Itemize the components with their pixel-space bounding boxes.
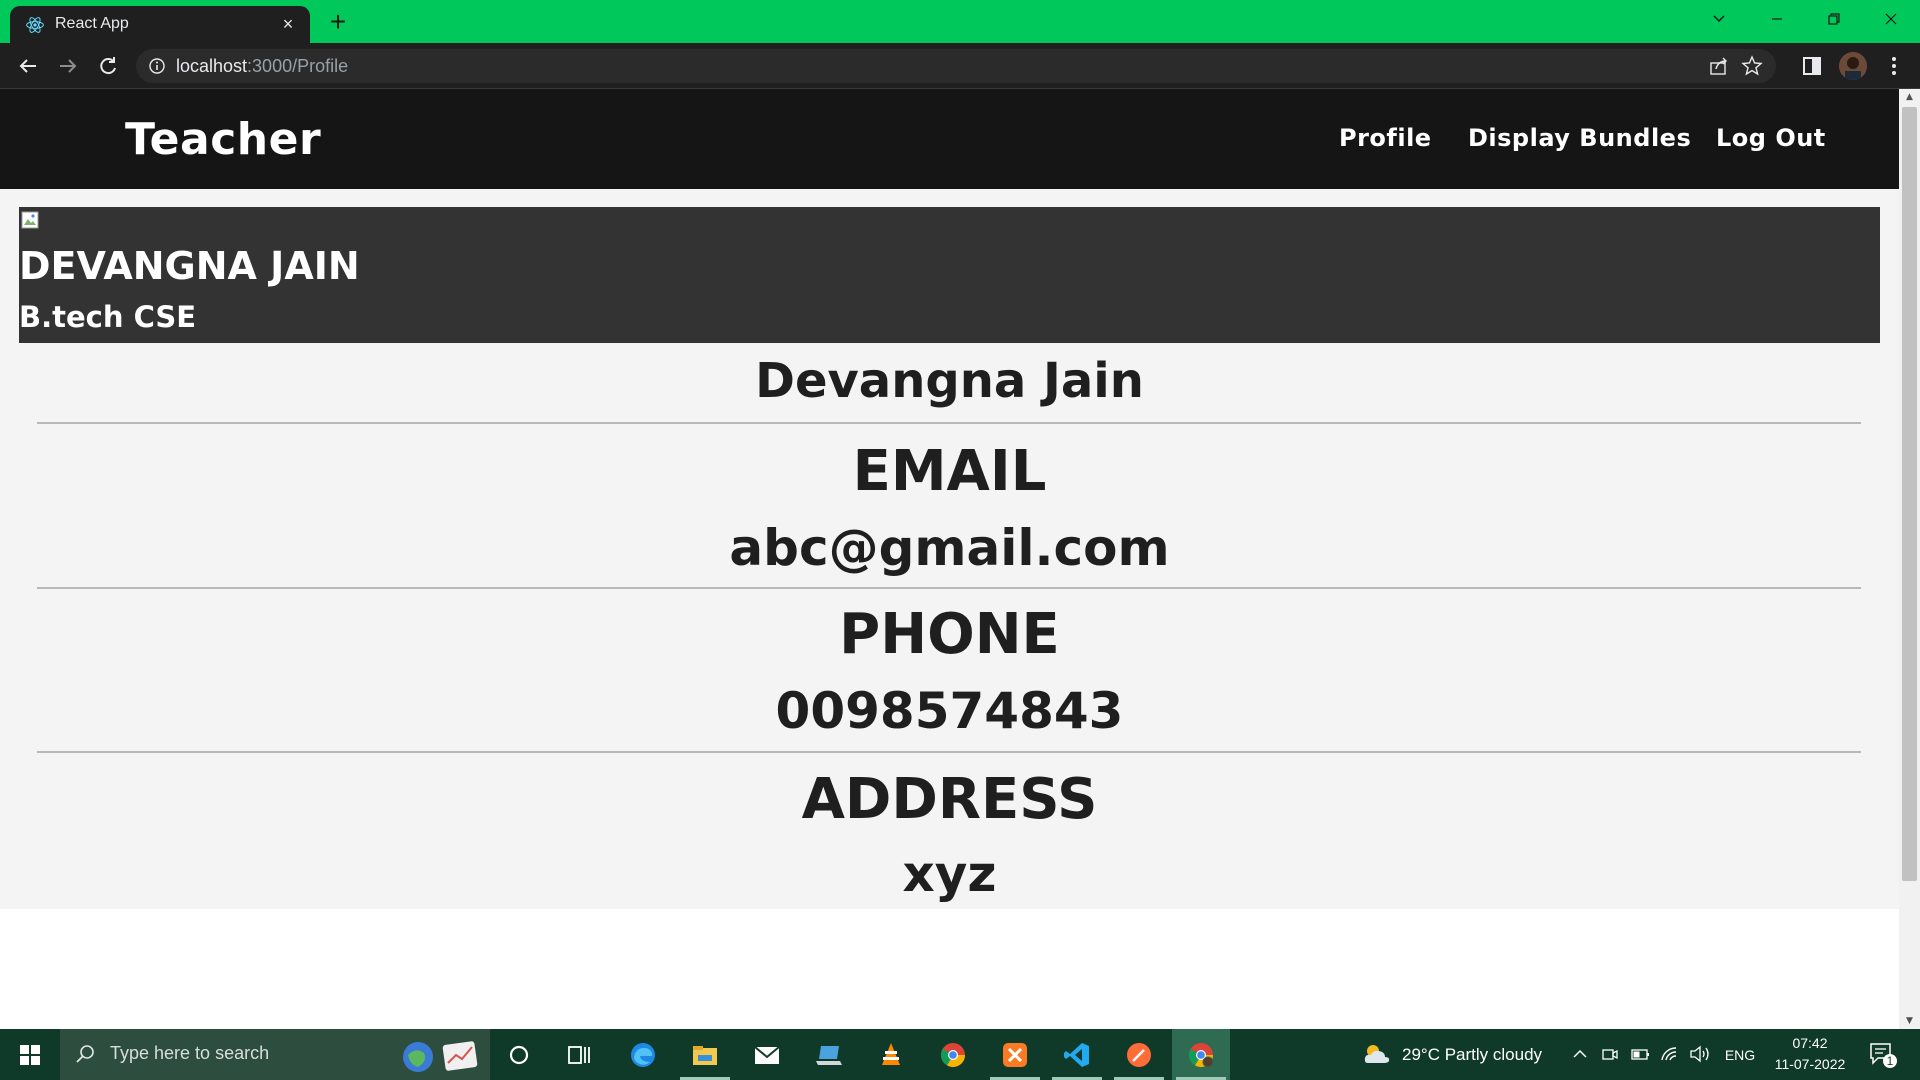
scroll-down-icon[interactable]: ▼ [1899,1013,1920,1029]
clock-date[interactable]: 11-07-2022 [1762,1056,1858,1072]
profile-course: B.tech CSE [19,300,197,334]
task-view-icon [568,1046,590,1064]
tab-close-icon[interactable]: × [276,12,300,36]
email-label: EMAIL [852,439,1047,504]
site-info-icon[interactable] [148,57,166,75]
close-window-icon[interactable] [1862,0,1920,40]
battery-icon[interactable] [1630,1045,1650,1063]
weather-text[interactable]: 29°C Partly cloudy [1402,1045,1542,1065]
taskbar-file-explorer[interactable] [676,1029,734,1080]
reload-icon[interactable] [94,52,122,80]
meet-now-icon[interactable] [1601,1045,1619,1063]
profile-card: DEVANGNA JAIN B.tech CSE Devangna Jain E… [0,189,1899,909]
page-scrollbar[interactable]: ▲ ▼ [1899,89,1920,1029]
tab-search-chevron-icon[interactable] [1690,0,1748,40]
language-indicator[interactable]: ENG [1722,1047,1758,1063]
url-path: :3000/Profile [247,56,349,76]
search-placeholder: Type here to search [110,1043,270,1063]
browser-tab[interactable]: React App × [10,6,310,43]
share-icon[interactable] [1708,55,1730,77]
cortana-circle-icon [509,1045,529,1065]
notification-count: 1 [1886,1054,1894,1068]
taskbar-chrome[interactable] [924,1029,982,1080]
taskbar-remote-desktop[interactable] [800,1029,858,1080]
url-host: localhost [176,56,248,76]
search-icon [76,1045,94,1063]
weather-cloud-icon[interactable] [1362,1041,1392,1067]
scroll-thumb[interactable] [1902,107,1917,881]
laptop-icon [816,1046,842,1065]
divider [37,587,1861,589]
nav-link-log-out[interactable]: Log Out [1716,124,1826,152]
profile-header-name: DEVANGNA JAIN [19,244,360,288]
tray-chevron-up-icon[interactable] [1572,1046,1588,1062]
profile-header: DEVANGNA JAIN B.tech CSE [19,207,1880,343]
divider [37,422,1861,424]
windows-start-icon[interactable] [0,1029,60,1080]
new-tab-button[interactable]: + [323,8,353,38]
folder-icon [693,1046,717,1065]
postman-icon [1127,1043,1151,1067]
app-navbar: Teacher Profile Display Bundles Log Out [0,89,1899,189]
taskbar-cortana[interactable] [490,1029,548,1080]
taskbar-xampp[interactable] [986,1029,1044,1080]
more-menu-icon[interactable] [1882,54,1906,78]
taskbar-search[interactable]: Type here to search [60,1029,490,1080]
minimize-icon[interactable] [1748,0,1806,40]
back-arrow-icon[interactable] [14,52,42,80]
xampp-icon [1003,1043,1027,1067]
chrome-icon [940,1043,965,1068]
tab-title: React App [55,15,129,32]
side-panel-icon[interactable] [1800,54,1824,78]
taskbar-vscode[interactable] [1048,1029,1106,1080]
forward-arrow-icon[interactable] [54,52,82,80]
nav-link-display-bundles[interactable]: Display Bundles [1468,124,1691,152]
restore-icon[interactable] [1805,0,1863,40]
divider [37,751,1861,753]
volume-icon[interactable] [1689,1044,1711,1064]
url-text[interactable]: localhost:3000/Profile [176,56,348,77]
vscode-icon [1064,1043,1089,1067]
address-value: xyz [902,845,997,903]
page-viewport: Teacher Profile Display Bundles Log Out … [0,89,1899,1029]
chrome-profile-icon [1188,1043,1214,1068]
mail-icon [754,1046,780,1064]
address-label: ADDRESS [801,767,1098,832]
address-bar[interactable]: localhost:3000/Profile [136,49,1776,83]
scroll-up-icon[interactable]: ▲ [1899,89,1920,105]
taskbar-postman[interactable] [1110,1029,1168,1080]
browser-toolbar: localhost:3000/Profile [0,43,1920,89]
profile-full-name: Devangna Jain [755,353,1144,409]
taskbar-mail[interactable] [738,1029,796,1080]
phone-value: 0098574843 [775,682,1124,740]
phone-label: PHONE [839,602,1060,667]
email-value: abc@gmail.com [729,519,1170,577]
react-icon [26,17,44,33]
wifi-icon[interactable] [1660,1044,1680,1064]
avatar-picture [1839,52,1867,80]
nav-link-profile[interactable]: Profile [1339,124,1432,152]
taskbar-edge[interactable] [614,1029,672,1080]
vlc-cone-icon [882,1043,900,1065]
taskbar-task-view[interactable] [550,1029,608,1080]
bookmark-star-icon[interactable] [1741,55,1763,77]
clock-time[interactable]: 07:42 [1762,1035,1858,1051]
windows-taskbar: Type here to search 29°C Partly cloudy E… [0,1029,1920,1080]
brand-title[interactable]: Teacher [125,114,321,165]
taskbar-chrome-active[interactable] [1172,1029,1230,1080]
profile-avatar[interactable] [1839,52,1867,80]
search-highlight-icon [403,1041,478,1072]
edge-icon [631,1043,655,1067]
broken-image-icon [21,211,39,229]
taskbar-vlc[interactable] [862,1029,920,1080]
browser-tab-strip: React App × + [0,0,1920,43]
